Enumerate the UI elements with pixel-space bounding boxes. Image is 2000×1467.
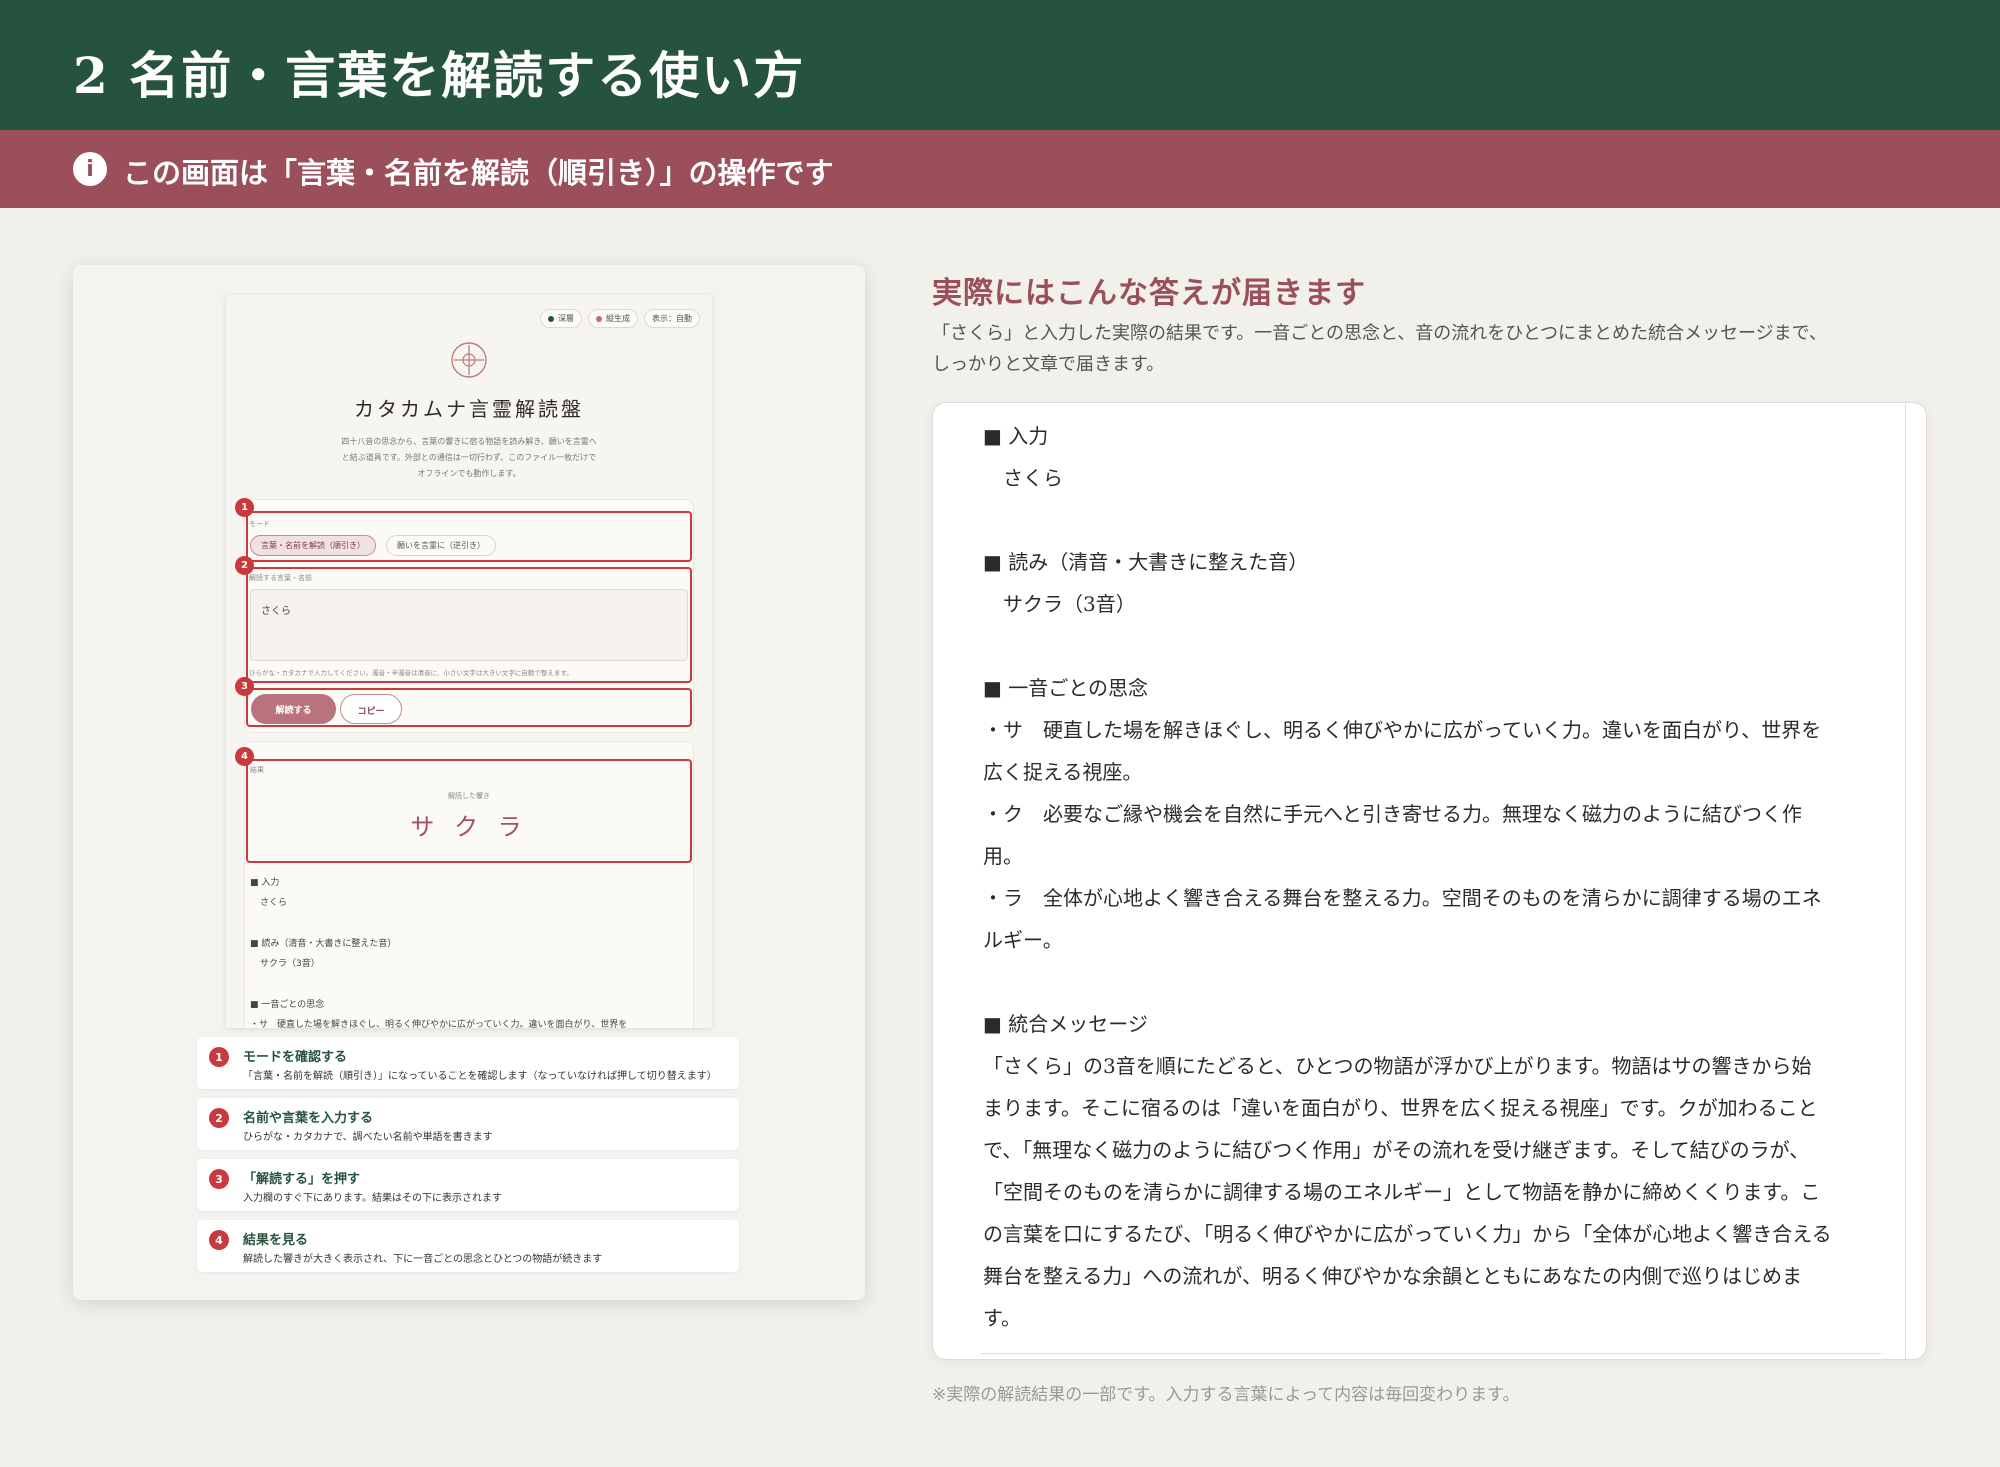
result-line [983,625,1883,667]
step-desc: 「言葉・名前を解読（順引き）」になっていることを確認します（なっていなければ押し… [243,1071,717,1082]
page-header: 2 名前・言葉を解読する使い方 [0,0,2000,130]
result-text-box[interactable]: ■ 入力 さくら ■ 読み（清音・大書きに整えた音） サクラ（3音） ■ 一音ごとの… [932,402,1927,1360]
result-line: 舞台を整える力」への流れが、明るく伸びやかな余韻とともにあなたの内側で巡りはじめ… [983,1264,1802,1288]
copy-button[interactable]: コピー [340,694,402,724]
mode-reverse-button[interactable]: 願いを言霊に（逆引き） [386,535,496,556]
step-desc: 解読した響きが大きく表示され、下に一音ごとの思念とひとつの物語が続きます [243,1254,603,1265]
input-label: 解読する言葉・名前 [249,574,312,582]
page-title: 2 名前・言葉を解読する使い方 [73,46,806,105]
katakamuna-logo-icon [451,342,487,378]
word-input[interactable]: さくら [250,589,688,661]
result-line: す。 [983,1306,1021,1330]
result-text: ■ 入力 さくら ■ 読み（清音・大書きに整えた音） サクラ（3音） ■ 一音ごとの… [983,415,1883,1339]
step-marker-3: 3 [235,677,254,696]
screenshot-card: 深層 縦生成 表示：自動 カタカムナ言霊解読盤 四十八音の思念から、言葉の響きに… [73,265,865,1300]
result-line: ・サ 硬直した場を解きほぐし、明るく伸びやかに広がっていく力。違いを面白がり、世… [983,718,1822,742]
status-dot-icon [548,315,554,322]
result-line: ・ラ 全体が心地よく響き合える舞台を整える力。空間そのものを清らかに調律する場の… [983,886,1822,910]
result-line [983,499,1883,541]
app-screenshot: 深層 縦生成 表示：自動 カタカムナ言霊解読盤 四十八音の思念から、言葉の響きに… [226,295,712,1028]
result-line: 「空間そのものを清らかに調律する場のエネルギー」として物語を静かに締めくくります… [983,1180,1821,1204]
result-line: ■ 入力 [983,424,1049,448]
step-item: 4 結果を見る 解読した響きが大きく表示され、下に一音ごとの思念とひとつの物語が続き… [197,1220,739,1272]
info-icon: i [73,152,107,186]
ss-line: ■ 入力 [250,878,280,888]
status-chips: 深層 縦生成 表示：自動 [540,309,700,328]
result-line: ■ 統合メッセージ [983,1012,1148,1036]
result-line: ルギー。 [983,928,1063,952]
app-description: 四十八音の思念から、言葉の響きに宿る物語を読み解き、願いを言霊へ と結ぶ道具です。… [341,437,597,478]
status-dot-icon [596,315,602,322]
result-line: さくら [983,466,1063,490]
chip-display[interactable]: 表示：自動 [644,309,700,328]
step-desc: 入力欄のすぐ下にあります。結果はその下に表示されます [243,1193,502,1204]
input-hint: ひらがな・カタカナで入力してください。濁音・半濁音は清音に、小さい文字は大きい文… [249,669,573,677]
ss-line: ■ 一音ごとの思念 [250,1000,325,1010]
step-title: モードを確認する [243,1050,348,1065]
step-marker-4: 4 [235,747,254,766]
step-item: 2 名前や言葉を入力する ひらがな・カタカナで、調べたい名前や単語を書きます [197,1098,739,1150]
ss-line: さくら [260,898,288,908]
result-label: 結果 [250,766,264,774]
mode-forward-button[interactable]: 言葉・名前を解読（順引き） [250,535,376,556]
result-caption: 解読した響き [448,792,490,800]
info-banner: i この画面は「言葉・名前を解読（順引き）」の操作です [0,130,2000,208]
result-line: 広く捉える視座。 [983,760,1143,784]
step-item: 3 「解読する」を押す 入力欄のすぐ下にあります。結果はその下に表示されます [197,1159,739,1211]
banner-text: この画面は「言葉・名前を解読（順引き）」の操作です [123,156,834,190]
ss-line: サクラ（3音） [260,959,320,969]
chip-vertical[interactable]: 縦生成 [588,309,638,328]
result-value: サ ク ラ [410,813,528,841]
app-title: カタカムナ言霊解読盤 [354,397,584,421]
result-line: サクラ（3音） [983,592,1136,616]
step-title: 結果を見る [243,1233,309,1248]
result-line: の言葉を口にするたび、「明るく伸びやかに広がっていく力」から「全体が心地よく響き… [983,1222,1832,1246]
step-marker-1: 1 [235,498,254,517]
scrollbar-track[interactable] [1905,403,1906,1359]
result-line [983,961,1883,1003]
result-line: 用。 [983,844,1023,868]
mode-label: モード [249,520,270,528]
step-title: 「解読する」を押す [243,1172,361,1187]
result-line: ・ク 必要なご縁や機会を自然に手元へと引き寄せる力。無理なく磁力のように結びつく… [983,802,1802,826]
step-desc: ひらがな・カタカナで、調べたい名前や単語を書きます [243,1132,493,1143]
result-line: まります。そこに宿るのは「違いを面白がり、世界を広く捉える視座」です。クが加わる… [983,1096,1818,1120]
ss-line: ・サ 硬直した場を解きほぐし、明るく伸びやかに広がっていく力。違いを面白がり、世… [250,1020,628,1028]
divider [981,1353,1881,1354]
step-title: 名前や言葉を入力する [243,1111,374,1126]
result-section-desc: 「さくら」と入力した実際の結果です。一音ごとの思念と、音の流れをひとつにまとめた… [932,323,1827,375]
result-line: 「さくら」の3音を順にたどると、ひとつの物語が浮かび上がります。物語はサの響きか… [983,1054,1812,1078]
decode-button[interactable]: 解読する [251,694,336,724]
ss-line: ■ 読み（清音・大書きに整えた音） [250,939,397,949]
footnote: ※実際の解読結果の一部です。入力する言葉によって内容は毎回変わります。 [932,1385,1520,1405]
chip-depth[interactable]: 深層 [540,309,582,328]
result-line: ■ 読み（清音・大書きに整えた音） [983,550,1309,574]
result-line: で、「無理なく磁力のように結びつく作用」がその流れを受け継ぎます。そして結びのラ… [983,1138,1810,1162]
result-line: ■ 一音ごとの思念 [983,676,1149,700]
step-marker-2: 2 [235,556,254,575]
result-section-title: 実際にはこんな答えが届きます [932,276,1366,311]
step-item: 1 モードを確認する 「言葉・名前を解読（順引き）」になっていることを確認します（な… [197,1037,739,1089]
